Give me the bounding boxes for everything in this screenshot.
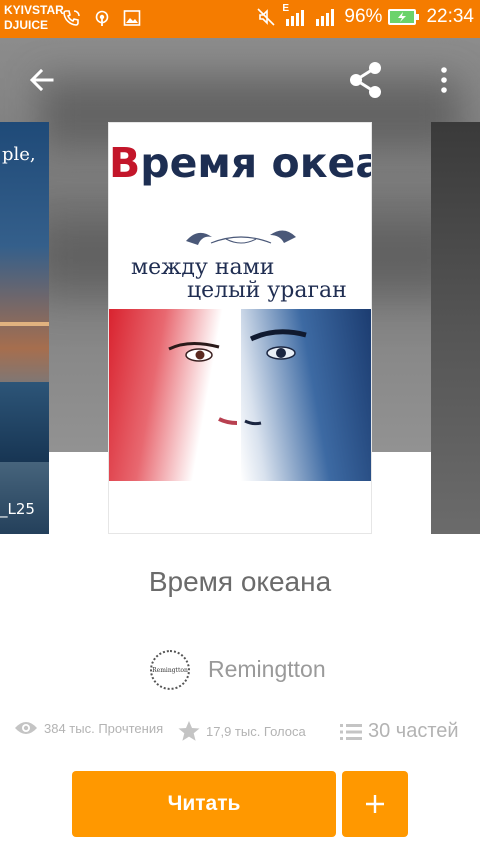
star-icon xyxy=(178,721,200,741)
status-right: E 96% 22:34 xyxy=(256,3,474,28)
reads-count: 384 тыс. Прочтения xyxy=(44,720,164,736)
list-icon xyxy=(340,723,362,740)
battery-percent: 96% xyxy=(344,6,383,27)
previous-cover-text-top: ple, xyxy=(2,144,36,165)
carrier-line-1: KYIVSTAR xyxy=(4,3,64,17)
plus-icon xyxy=(366,795,384,813)
clock: 22:34 xyxy=(426,6,474,27)
votes-stat: 17,9 тыс. Голоса xyxy=(178,720,306,742)
author-avatar-text: Remingtton xyxy=(152,666,188,674)
parts-count: 30 частей xyxy=(368,720,459,742)
book-title: Время океана xyxy=(148,566,332,597)
carrier-line-2: DJUICE xyxy=(4,18,49,32)
eye-icon xyxy=(15,722,37,734)
cover-title: Время океана xyxy=(109,139,371,187)
share-icon xyxy=(350,62,381,98)
cover-title-initial: В xyxy=(109,139,141,187)
more-options-button[interactable] xyxy=(420,56,468,104)
mute-icon xyxy=(257,8,275,26)
status-bar: KYIVSTAR DJUICE E 96% 22:34 xyxy=(0,0,480,38)
next-book-cover[interactable] xyxy=(431,122,480,534)
network-type-label: E xyxy=(282,3,290,14)
votes-count: 17,9 тыс. Голоса xyxy=(206,723,306,739)
hotspot-icon xyxy=(95,10,109,26)
add-to-library-button[interactable] xyxy=(342,771,408,837)
phone-wifi-icon xyxy=(63,10,80,26)
cover-subtitle-line-2: целый ураган xyxy=(187,278,347,303)
cover-subtitle-line-1: между нами xyxy=(131,255,275,280)
book-stats: 384 тыс. Прочтения 17,9 тыс. Голоса 30 ч… xyxy=(14,720,474,748)
book-cover[interactable]: Время океана между нами целый ураган xyxy=(108,122,372,534)
share-button[interactable] xyxy=(342,56,390,104)
signal-icon-2 xyxy=(316,9,335,26)
top-toolbar xyxy=(0,38,480,122)
author-name-link[interactable]: Remingtton xyxy=(208,656,326,683)
read-button-label: Читать xyxy=(167,792,241,815)
previous-book-cover[interactable]: ple, _L25 xyxy=(0,122,49,534)
parts-stat[interactable]: 30 частей xyxy=(340,720,459,743)
image-icon xyxy=(123,10,141,26)
more-vert-icon xyxy=(441,67,447,93)
read-button[interactable]: Читать xyxy=(72,771,336,837)
cover-face-left-image xyxy=(109,309,241,481)
cover-title-rest: ремя океана xyxy=(140,139,371,187)
notification-icons xyxy=(62,8,142,28)
reads-stat: 384 тыс. Прочтения xyxy=(14,720,163,736)
carrier-label: KYIVSTAR DJUICE xyxy=(4,3,64,33)
cover-face-right-image xyxy=(241,309,371,481)
book-details-screen: KYIVSTAR DJUICE E 96% 22:34 ple, _L25 Вр… xyxy=(0,0,480,854)
signal-e-group: E xyxy=(282,3,308,27)
birds-ornament-icon xyxy=(186,230,296,245)
battery-charging-icon xyxy=(388,9,420,25)
author-avatar[interactable]: Remingtton xyxy=(150,650,190,690)
back-button[interactable] xyxy=(18,56,66,104)
arrow-back-icon xyxy=(29,68,54,92)
previous-cover-text-bottom: _L25 xyxy=(0,500,35,518)
